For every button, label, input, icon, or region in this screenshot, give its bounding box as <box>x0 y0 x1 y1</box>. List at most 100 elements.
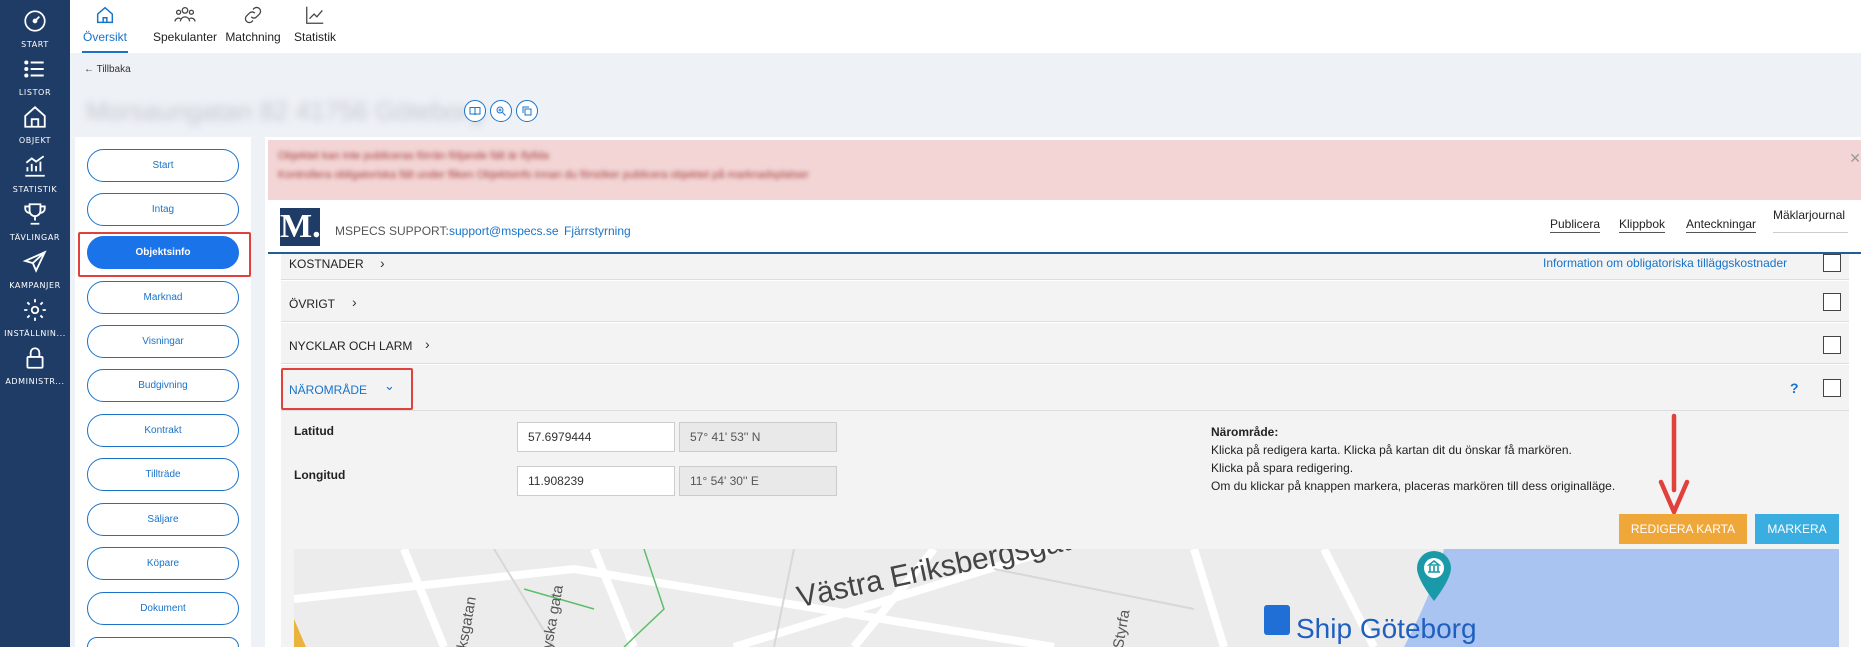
rail-label: KAMPANJER <box>9 281 61 290</box>
subnav-more[interactable] <box>87 637 239 647</box>
arrow-down-icon <box>1658 413 1690 515</box>
highlight-box-naromrade <box>281 368 413 410</box>
mspecs-logo: M. <box>280 208 321 246</box>
dashboard-icon <box>24 10 46 32</box>
latitude-label: Latitud <box>294 424 334 438</box>
rail-label: STATISTIK <box>12 185 58 194</box>
rail-label: START <box>21 40 49 49</box>
tab-label: Matchning <box>225 30 281 44</box>
title-actions <box>464 100 538 122</box>
section-nycklar[interactable]: NYCKLAR OCH LARM › <box>281 323 1849 364</box>
tab-label: Statistik <box>294 30 337 44</box>
support-email-link[interactable]: support@mspecs.se <box>449 224 559 238</box>
object-subnav: Start Intag Objektsinfo Marknad Visninga… <box>75 137 251 647</box>
longitude-label: Longitud <box>294 468 346 482</box>
help-icon[interactable]: ? <box>1790 380 1799 396</box>
edit-map-button[interactable]: REDIGERA KARTA <box>1619 514 1747 544</box>
trophy-icon <box>24 203 46 225</box>
lock-icon <box>26 347 44 369</box>
museum-pin-icon[interactable] <box>1414 549 1454 603</box>
main-sidebar: START LISTOR OBJEKT STATISTIK TÄVLINGAR … <box>0 0 70 647</box>
longitude-input[interactable]: 11.908239 <box>517 466 675 496</box>
tab-oversikt[interactable]: Översikt <box>82 0 128 53</box>
tab-label: Översikt <box>82 30 127 44</box>
paper-plane-icon <box>22 250 47 273</box>
section-label: NYCKLAR OCH LARM <box>289 339 413 353</box>
section-kostnader[interactable]: KOSTNADER › Information om obligatoriska… <box>281 254 1849 280</box>
chevron-right-icon: › <box>425 336 430 352</box>
people-icon <box>174 7 196 22</box>
alert-text: Kontrollera obligatoriska fält under fli… <box>278 169 809 181</box>
subnav-visningar[interactable]: Visningar <box>87 325 239 358</box>
close-icon[interactable]: ✕ <box>1849 150 1861 167</box>
line-chart-icon <box>306 6 324 24</box>
subnav-intag[interactable]: Intag <box>87 193 239 226</box>
house-icon <box>24 106 46 128</box>
rail-item-objekt[interactable]: OBJEKT <box>0 100 70 156</box>
remote-control-link[interactable]: Fjärrstyrning <box>564 224 631 238</box>
subnav-kontrakt[interactable]: Kontrakt <box>87 414 239 447</box>
chevron-right-icon: › <box>380 255 385 271</box>
map-streets <box>294 549 1839 647</box>
highlight-box-objektsinfo <box>78 232 251 277</box>
home-icon <box>96 6 114 24</box>
link-icon <box>244 6 262 24</box>
latitude-dms: 57° 41' 53'' N <box>679 422 837 452</box>
section-label: KOSTNADER <box>289 257 364 271</box>
subnav-kopare[interactable]: Köpare <box>87 547 239 580</box>
list-icon <box>24 60 44 78</box>
naromrade-help: Närområde: Klicka på redigera karta. Kli… <box>1211 423 1615 495</box>
section-label: ÖVRIGT <box>289 297 336 311</box>
maklarjournal-link[interactable]: Mäklarjournal <box>1773 208 1848 233</box>
ship-icon[interactable] <box>1264 605 1290 635</box>
support-label: MSPECS SUPPORT: <box>335 224 449 238</box>
tab-label: Spekulanter <box>152 30 218 44</box>
subnav-budgivning[interactable]: Budgivning <box>87 369 239 402</box>
publicera-link[interactable]: Publicera <box>1550 217 1601 233</box>
zoom-icon[interactable] <box>490 100 512 122</box>
checkbox-naromrade[interactable] <box>1823 379 1841 397</box>
book-icon[interactable] <box>464 100 486 122</box>
rail-item-administration[interactable]: ADMINISTR... <box>0 341 70 397</box>
subnav-tilltrade[interactable]: Tillträde <box>87 458 239 491</box>
rail-label: INSTÄLLNIN... <box>4 329 66 338</box>
help-title: Närområde: <box>1211 425 1279 439</box>
gear-icon <box>24 299 46 321</box>
tab-spekulanter[interactable]: Spekulanter <box>152 0 218 53</box>
help-line: Klicka på redigera karta. Klicka på kart… <box>1211 443 1572 457</box>
tab-matchning[interactable]: Matchning <box>225 0 281 53</box>
object-title: Morsaungatan 82 41756 Göteborg <box>86 96 484 126</box>
info-costs-link[interactable]: Information om obligatoriska tilläggskos… <box>1543 256 1787 270</box>
top-tabbar: Översikt Spekulanter Matchning Statistik <box>70 0 1861 53</box>
chart-icon <box>25 155 45 177</box>
rail-label: OBJEKT <box>18 136 52 145</box>
subnav-start[interactable]: Start <box>87 149 239 182</box>
subnav-dokument[interactable]: Dokument <box>87 592 239 625</box>
help-line: Klicka på spara redigering. <box>1211 461 1354 475</box>
rail-label: TÄVLINGAR <box>9 233 61 242</box>
mark-button[interactable]: MARKERA <box>1755 514 1839 544</box>
section-ovrigt[interactable]: ÖVRIGT › <box>281 281 1849 322</box>
rail-label: ADMINISTR... <box>5 377 65 386</box>
section-naromrade[interactable]: NÄROMRÅDE ⌄ ? <box>281 365 1849 411</box>
checkbox-ovrigt[interactable] <box>1823 293 1841 311</box>
mspecs-header: M. MSPECS SUPPORT: support@mspecs.se Fjä… <box>268 200 1861 254</box>
longitude-dms: 11° 54' 30'' E <box>679 466 837 496</box>
anteckningar-link[interactable]: Anteckningar <box>1686 217 1757 233</box>
klippbok-link[interactable]: Klippbok <box>1619 217 1666 233</box>
checkbox-nycklar[interactable] <box>1823 336 1841 354</box>
subnav-marknad[interactable]: Marknad <box>87 281 239 314</box>
back-link[interactable]: ← Tillbaka <box>84 64 131 75</box>
poi-label: Ship Göteborg <box>1296 613 1477 644</box>
latitude-input[interactable]: 57.6979444 <box>517 422 675 452</box>
map-view[interactable]: Västra Eriksbergsgatan ksgatan yska gata… <box>294 549 1839 647</box>
error-alert: Objektet kan inte publiceras förrän följ… <box>268 140 1861 200</box>
help-line: Om du klickar på knappen markera, placer… <box>1211 479 1616 493</box>
checkbox-kostnader[interactable] <box>1823 254 1841 272</box>
alert-text: Objektet kan inte publiceras förrän följ… <box>278 150 549 162</box>
chevron-right-icon: › <box>352 294 357 310</box>
tab-statistik[interactable]: Statistik <box>294 0 336 53</box>
copy-icon[interactable] <box>516 100 538 122</box>
subnav-saljare[interactable]: Säljare <box>87 503 239 536</box>
rail-label: LISTOR <box>18 88 52 97</box>
